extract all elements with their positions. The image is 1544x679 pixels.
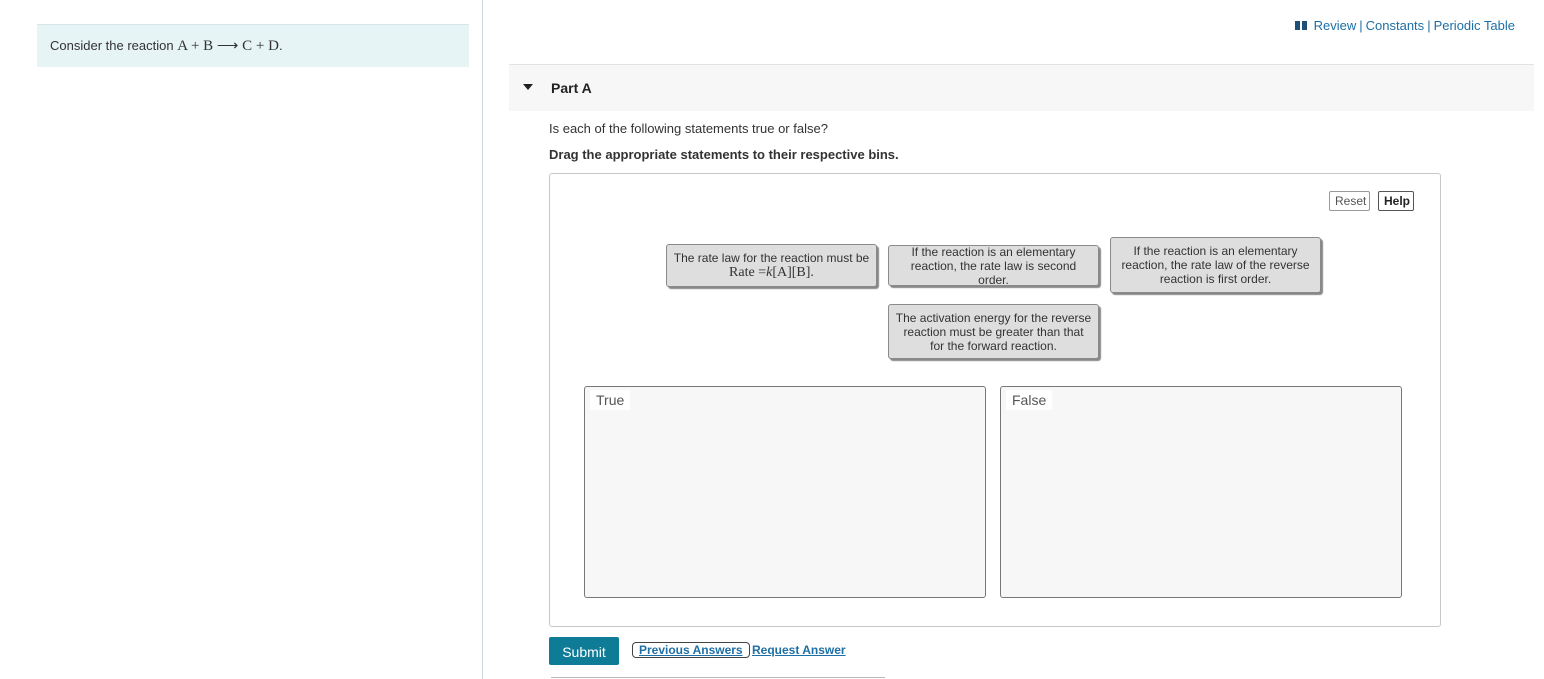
reset-button[interactable]: Reset [1329, 191, 1370, 211]
card-text: The activation energy for the reverse re… [895, 310, 1092, 353]
card-text: The rate law for the reaction must be [673, 250, 870, 265]
periodic-table-link[interactable]: Periodic Table [1434, 18, 1515, 33]
draggable-statement-card[interactable]: The rate law for the reaction must be Ra… [666, 244, 877, 287]
help-button[interactable]: Help [1378, 191, 1414, 211]
question-text: Is each of the following statements true… [549, 121, 828, 136]
card-text: If the reaction is an elementary reactio… [910, 244, 1077, 287]
card-text: If the reaction is an elementary reactio… [1121, 244, 1310, 286]
true-bin[interactable]: True [584, 386, 986, 598]
link-separator: | [1427, 18, 1431, 33]
part-title: Part A [551, 80, 592, 96]
review-link[interactable]: Review [1314, 18, 1357, 33]
intro-prefix: Consider the reaction [50, 38, 178, 53]
submit-button[interactable]: Submit [549, 637, 619, 665]
formula-rest: [A][B]. [772, 264, 814, 280]
part-a-header[interactable]: Part A [509, 64, 1534, 111]
bin-label: True [590, 390, 631, 410]
divider [551, 677, 885, 678]
previous-answers-link[interactable]: Previous Answers [632, 642, 750, 658]
intro-suffix: . [278, 38, 283, 53]
instruction-text: Drag the appropriate statements to their… [549, 147, 899, 162]
problem-pane: Consider the reaction A + B ⟶ C + D. [0, 0, 482, 679]
reaction-equation: A + B ⟶ C + D [177, 38, 279, 54]
rate-law-formula: Rate =k[A][B]. [729, 265, 814, 281]
constants-link[interactable]: Constants [1366, 18, 1425, 33]
formula-prefix: Rate = [729, 264, 767, 280]
bin-label: False [1006, 390, 1053, 410]
book-icon [1294, 21, 1307, 30]
resource-links: Review | Constants | Periodic Table [1294, 18, 1515, 34]
link-separator: | [1359, 18, 1363, 33]
pane-divider [482, 0, 483, 679]
request-answer-link[interactable]: Request Answer [752, 643, 846, 657]
problem-intro: Consider the reaction A + B ⟶ C + D. [37, 24, 469, 67]
draggable-statement-card[interactable]: If the reaction is an elementary reactio… [1110, 237, 1321, 293]
draggable-statement-card[interactable]: The activation energy for the reverse re… [888, 304, 1099, 359]
draggable-statement-card[interactable]: If the reaction is an elementary reactio… [888, 244, 1099, 287]
caret-down-icon[interactable] [523, 84, 533, 90]
false-bin[interactable]: False [1000, 386, 1402, 598]
